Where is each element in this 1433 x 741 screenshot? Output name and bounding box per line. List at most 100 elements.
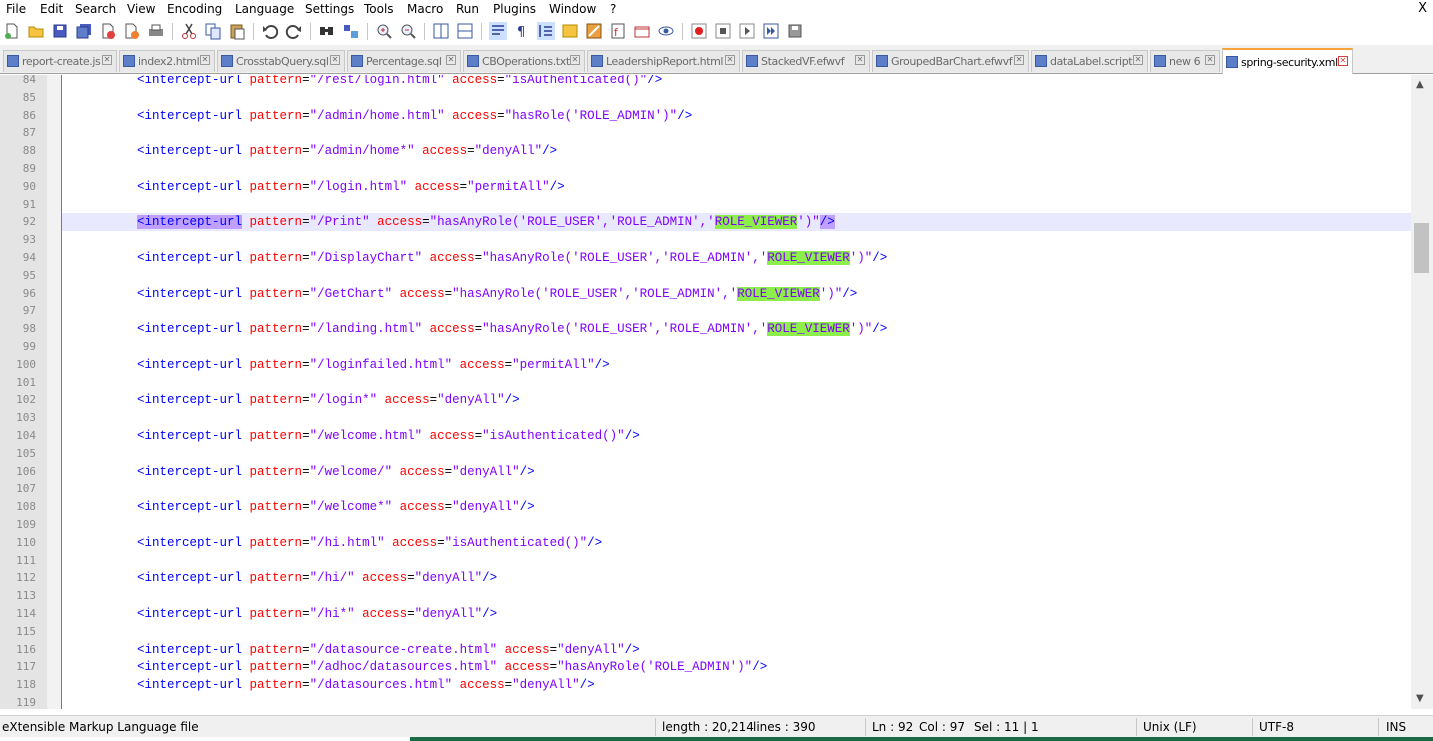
save-icon[interactable]: [51, 22, 69, 40]
close-tab-icon[interactable]: ✕: [1014, 55, 1024, 65]
monitor-icon[interactable]: [657, 22, 675, 40]
tab-cboperations[interactable]: CBOperations.txt ✕: [463, 50, 585, 72]
find-icon[interactable]: [318, 22, 336, 40]
open-file-icon[interactable]: [27, 22, 45, 40]
tab-index2[interactable]: index2.html ✕: [119, 50, 215, 72]
function-list-icon[interactable]: f: [609, 22, 627, 40]
menu-run[interactable]: Run: [456, 2, 479, 16]
close-tab-icon[interactable]: ✕: [1205, 55, 1215, 65]
close-all-icon[interactable]: [123, 22, 141, 40]
tab-spring-security[interactable]: spring-security.xml ✕: [1222, 48, 1353, 74]
menu-tools[interactable]: Tools: [364, 2, 394, 16]
close-tab-icon[interactable]: ✕: [570, 55, 580, 65]
line-number: 84: [22, 75, 36, 86]
scroll-up-icon[interactable]: ▲: [1416, 79, 1424, 90]
indent-guide-icon[interactable]: [537, 22, 555, 40]
xml-value: "hasAnyRole('ROLE_ADMIN')": [557, 660, 753, 675]
xml-attribute: access: [377, 215, 423, 230]
file-icon: [1154, 55, 1166, 67]
menu-view[interactable]: View: [127, 2, 155, 16]
show-all-chars-icon[interactable]: ¶: [513, 22, 531, 40]
close-tab-icon[interactable]: ✕: [1133, 55, 1143, 65]
run-macro-multiple-icon[interactable]: [762, 22, 780, 40]
scroll-down-icon[interactable]: ▼: [1416, 693, 1424, 704]
menu-language[interactable]: Language: [235, 2, 294, 16]
play-macro-icon[interactable]: [738, 22, 756, 40]
record-macro-icon[interactable]: [690, 22, 708, 40]
menu-settings[interactable]: Settings: [305, 2, 354, 16]
close-tab-icon[interactable]: ✕: [725, 55, 735, 65]
menu-search[interactable]: Search: [75, 2, 116, 16]
xml-attribute: pattern: [249, 108, 303, 123]
scroll-thumb[interactable]: [1414, 223, 1429, 273]
code-line: <intercept-url pattern="/GetChart" acces…: [137, 285, 857, 303]
cut-icon[interactable]: [180, 22, 198, 40]
menu-macro[interactable]: Macro: [407, 2, 443, 16]
code-line: <intercept-url pattern="/login.html" acc…: [137, 178, 565, 196]
status-eol: Unix (LF): [1143, 720, 1197, 734]
tab-new-6[interactable]: new 6 ✕: [1150, 50, 1220, 72]
xml-equals: =: [497, 75, 505, 87]
user-lang-icon[interactable]: [561, 22, 579, 40]
menu-edit[interactable]: Edit: [40, 2, 63, 16]
save-macro-icon[interactable]: [786, 22, 804, 40]
tab-grouped-bar-chart[interactable]: GroupedBarChart.efwvf ✕: [872, 50, 1029, 72]
xml-value: "denyAll": [414, 607, 483, 621]
xml-attribute: pattern: [249, 464, 303, 479]
tab-crosstab-query[interactable]: CrosstabQuery.sql ✕: [217, 50, 345, 72]
close-tab-icon[interactable]: ✕: [446, 55, 456, 65]
sync-vertical-icon[interactable]: [432, 22, 450, 40]
redo-icon[interactable]: [285, 22, 303, 40]
xml-attribute: pattern: [249, 75, 303, 87]
xml-value: "/rest/login.html": [309, 75, 445, 87]
xml-equals: =: [302, 678, 310, 693]
new-file-icon[interactable]: [3, 22, 21, 40]
editor-area[interactable]: 84 85 86 87 88 89 90 91 92 93 94 95 96 97 98 99 100 101 10…: [0, 75, 1411, 709]
undo-icon[interactable]: [261, 22, 279, 40]
tab-stacked-vf[interactable]: StackedVF.efwvf ✕: [742, 50, 870, 72]
close-tab-icon[interactable]: ✕: [200, 55, 210, 65]
line-number: 106: [16, 464, 36, 478]
menu-encoding[interactable]: Encoding: [167, 2, 222, 16]
menu-window[interactable]: Window: [549, 2, 596, 16]
stop-record-icon[interactable]: [714, 22, 732, 40]
xml-attribute: access: [362, 607, 408, 621]
copy-icon[interactable]: [204, 22, 222, 40]
save-all-icon[interactable]: [75, 22, 93, 40]
tab-report-create[interactable]: report-create.js ✕: [3, 50, 117, 72]
xml-attribute: access: [392, 535, 438, 550]
status-mode: INS: [1386, 720, 1407, 734]
tab-percentage[interactable]: Percentage.sql ✕: [347, 50, 461, 72]
word-wrap-icon[interactable]: [489, 22, 507, 40]
xml-value: ')": [849, 251, 873, 265]
vertical-scrollbar[interactable]: ▲ ▼: [1411, 75, 1433, 709]
code-line: <intercept-url pattern="/DisplayChart" a…: [137, 249, 887, 267]
folder-workspace-icon[interactable]: [633, 22, 651, 40]
sync-horizontal-icon[interactable]: [456, 22, 474, 40]
line-number: 92: [22, 215, 36, 229]
line-number: 117: [16, 660, 36, 674]
zoom-in-icon[interactable]: [375, 22, 393, 40]
close-tab-icon[interactable]: ✕: [330, 55, 340, 65]
paste-icon[interactable]: [228, 22, 246, 40]
xml-equals: =: [302, 357, 310, 372]
doc-map-icon[interactable]: [585, 22, 603, 40]
xml-attribute: access: [399, 500, 445, 515]
close-app-icon[interactable]: X: [1418, 1, 1427, 16]
menu-file[interactable]: File: [6, 2, 26, 16]
match-highlight: ROLE_VIEWER: [767, 322, 850, 337]
close-tab-icon[interactable]: ✕: [1338, 56, 1348, 66]
close-icon[interactable]: [99, 22, 117, 40]
close-tab-icon[interactable]: ✕: [855, 55, 865, 65]
tab-leadership-report[interactable]: LeadershipReport.html ✕: [587, 50, 740, 72]
menu-help[interactable]: ?: [610, 2, 616, 16]
zoom-out-icon[interactable]: [399, 22, 417, 40]
print-icon[interactable]: [147, 22, 165, 40]
xml-equals: =: [429, 393, 438, 408]
close-tab-icon[interactable]: ✕: [102, 55, 112, 65]
tab-data-label-script[interactable]: dataLabel.script ✕: [1031, 50, 1148, 72]
xml-equals: =: [302, 108, 310, 123]
menu-plugins[interactable]: Plugins: [493, 2, 536, 16]
xml-attribute: access: [399, 464, 445, 479]
replace-icon[interactable]: [342, 22, 360, 40]
